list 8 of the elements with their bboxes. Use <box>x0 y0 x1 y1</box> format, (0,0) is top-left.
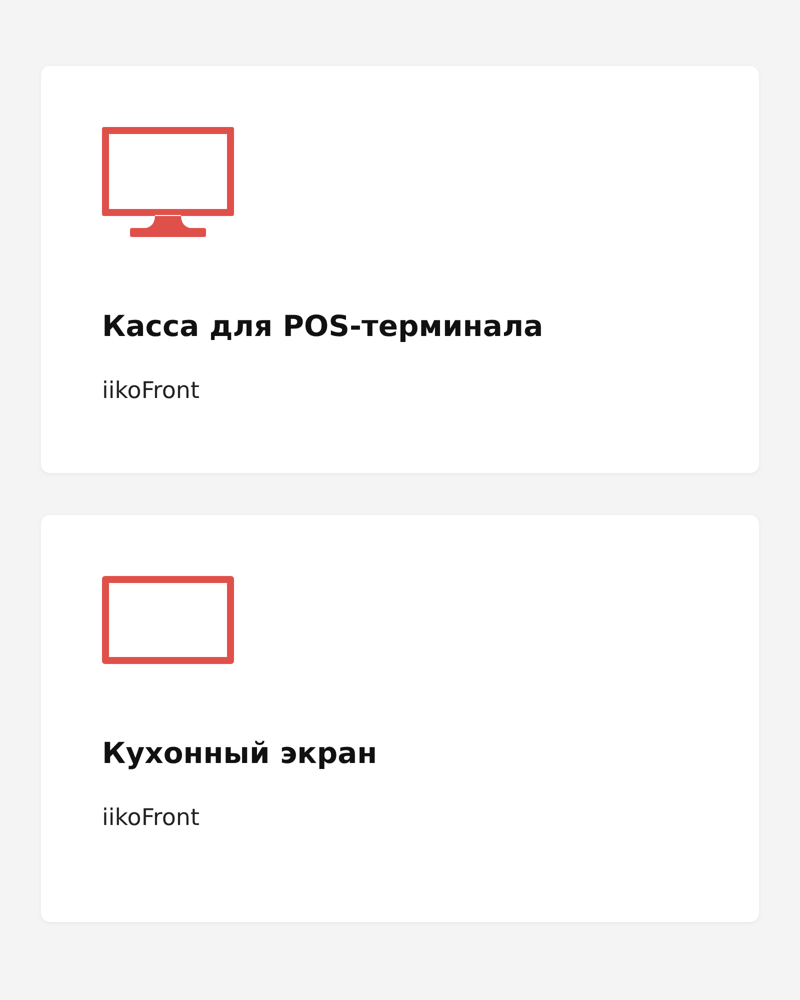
monitor-icon <box>102 127 234 237</box>
app-subtitle: iikoFront <box>102 804 201 833</box>
app-subtitle: iikoFront <box>102 377 201 406</box>
app-title: Кухонный экран <box>102 735 378 771</box>
app-card[interactable]: Кухонный экран iikoFront <box>41 515 759 922</box>
app-card[interactable]: Касса для POS-терминала iikoFront <box>41 66 759 473</box>
app-title: Касса для POS-терминала <box>102 308 544 344</box>
screen-icon <box>102 576 234 664</box>
